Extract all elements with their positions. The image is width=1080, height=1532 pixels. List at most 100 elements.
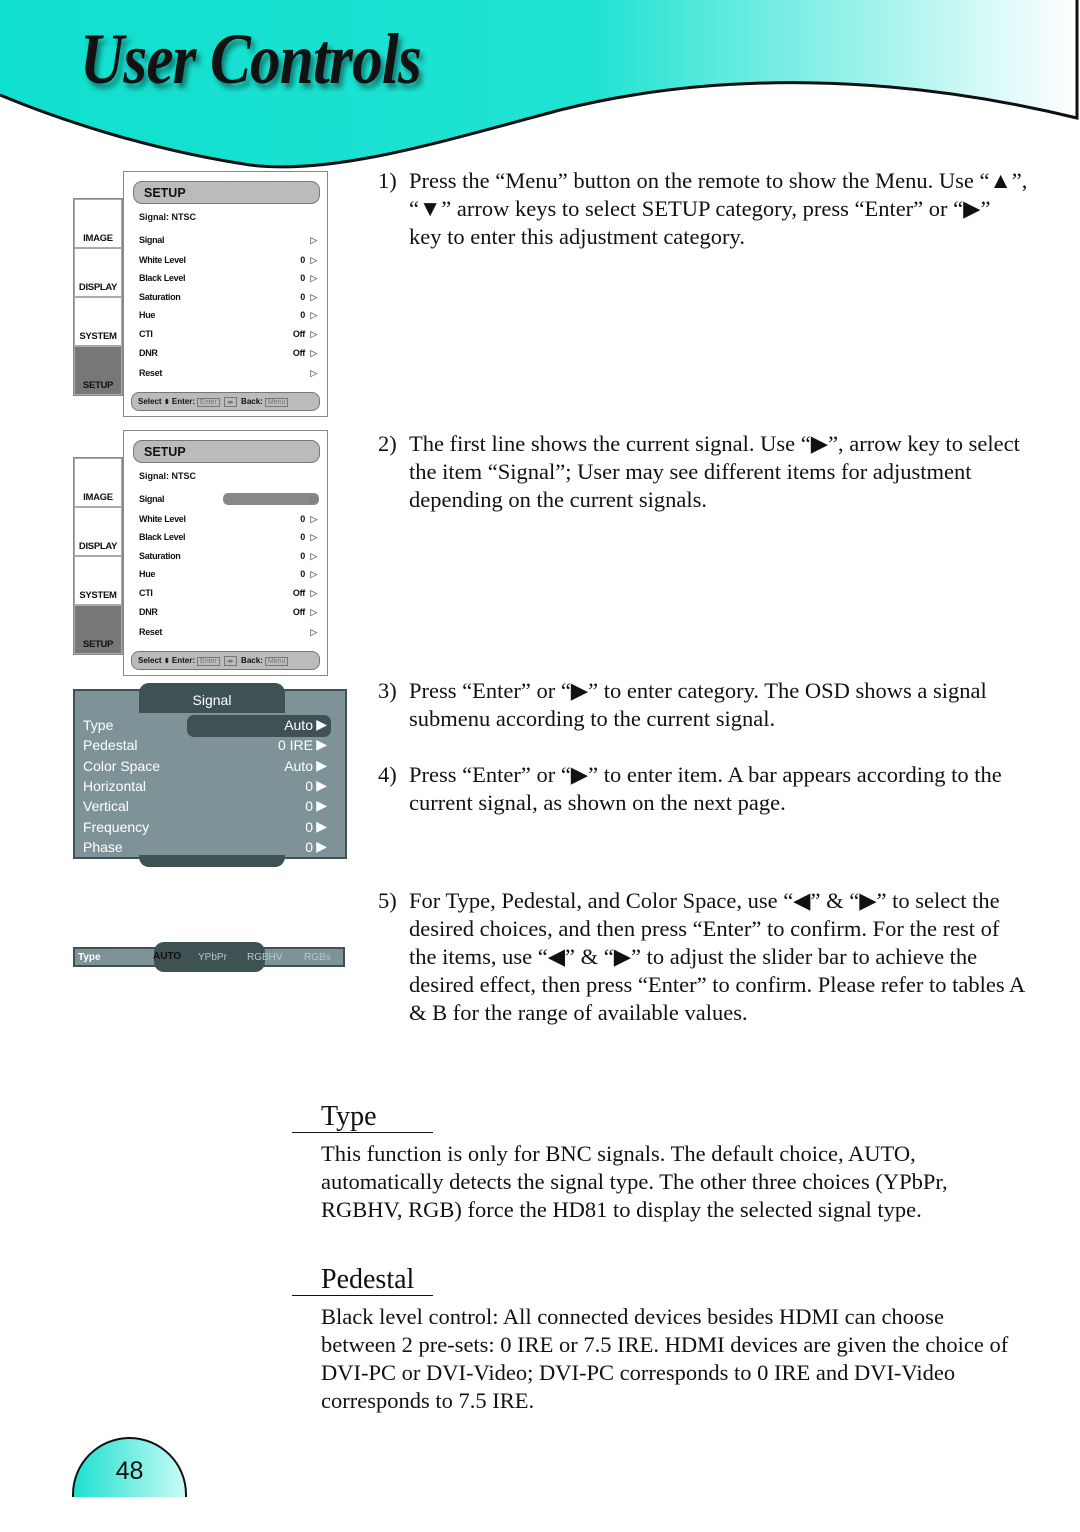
section-text-pedestal: Black level control: All connected devic… xyxy=(321,1304,1009,1413)
up-down-arrows-icon: ⬍ xyxy=(163,399,170,406)
step-number: 2) xyxy=(378,431,397,456)
bar-option-rgbs[interactable]: RGBs xyxy=(304,952,331,963)
signal-row-label: Horizontal xyxy=(83,777,147,794)
osd-footer: Select ⬍ Enter: Enter ◂▸ Back: Menu xyxy=(131,392,320,411)
chevron-right-icon: ▷ xyxy=(310,627,317,637)
osd-row[interactable]: CTI Off ▷ xyxy=(139,588,317,602)
osd-current-signal: Signal: NTSC xyxy=(139,212,197,222)
osd-row-label: White Level xyxy=(139,255,186,265)
signal-row[interactable]: Vertical 0 ▶ xyxy=(83,797,329,818)
footer-enter-label: Enter: xyxy=(171,656,196,665)
bar-option-rgbhv[interactable]: RGBHV xyxy=(247,952,283,963)
bar-option-ypbpr[interactable]: YPbPr xyxy=(198,952,227,963)
osd-row-value: Off xyxy=(292,348,305,358)
osd-row[interactable]: Reset ▷ xyxy=(139,627,317,641)
signal-row[interactable]: Phase 0 ▶ xyxy=(83,838,329,859)
footer-enter-label: Enter: xyxy=(171,397,196,406)
signal-row[interactable]: Color Space Auto ▶ xyxy=(83,757,329,778)
osd-row[interactable]: DNR Off ▷ xyxy=(139,607,317,621)
arrow-right-icon: ▶ xyxy=(316,817,327,834)
arrow-right-icon: ▶ xyxy=(316,716,327,732)
osd-row[interactable]: Hue 0 ▷ xyxy=(139,310,317,324)
chevron-right-icon: ▷ xyxy=(310,235,317,245)
signal-row[interactable]: Horizontal 0 ▶ xyxy=(83,777,329,798)
osd-row-value: 0 xyxy=(300,514,305,524)
step-5: 5) For Type, Pedestal, and Color Space, u… xyxy=(378,887,1028,1027)
osd-row[interactable]: CTI Off ▷ xyxy=(139,329,317,343)
bar-option-auto[interactable]: AUTO xyxy=(153,951,181,962)
osd-row[interactable]: Black Level 0 ▷ xyxy=(139,532,317,546)
chevron-right-icon: ▷ xyxy=(310,551,317,561)
up-down-arrows-icon: ⬍ xyxy=(163,658,170,665)
step-number: 5) xyxy=(378,888,397,913)
osd-row-label: Signal xyxy=(139,494,165,504)
chevron-right-icon: ▷ xyxy=(310,514,317,524)
osd-row[interactable]: Saturation 0 ▷ xyxy=(139,292,317,306)
osd-tab-system[interactable]: SYSTEM xyxy=(74,556,122,605)
osd-row[interactable]: White Level 0 ▷ xyxy=(139,255,317,269)
osd-row[interactable]: Signal ▷ xyxy=(139,235,317,249)
osd-row-value: 0 xyxy=(300,273,305,283)
osd-row[interactable]: Saturation 0 ▷ xyxy=(139,551,317,565)
signal-row-label: Frequency xyxy=(83,818,150,835)
osd-row-label: Reset xyxy=(139,368,163,378)
footer-back-label: Back: xyxy=(241,656,263,665)
osd-tab-setup[interactable]: SETUP xyxy=(74,346,122,395)
signal-row-value: Auto xyxy=(284,757,313,774)
footer-back-label: Back: xyxy=(241,397,263,406)
step-4: 4) Press “Enter” or “▶” to enter item. A … xyxy=(378,761,1028,817)
osd-row[interactable]: White Level 0 ▷ xyxy=(139,514,317,528)
osd-row-value: 0 xyxy=(300,292,305,302)
step-number: 1) xyxy=(378,168,397,193)
type-selection-bar: Type AUTO YPbPr RGBHV RGBs xyxy=(73,942,345,972)
chevron-right-icon: ▷ xyxy=(310,494,317,504)
step-text: The first line shows the current signal.… xyxy=(409,431,1020,512)
osd-tab-setup[interactable]: SETUP xyxy=(74,605,122,654)
chevron-right-icon: ▷ xyxy=(310,255,317,265)
left-right-arrows-icon: ◂▸ xyxy=(223,656,237,666)
signal-row-label: Pedestal xyxy=(83,737,138,754)
signal-row-value: 0 xyxy=(305,818,313,835)
osd-tab-image[interactable]: IMAGE xyxy=(74,458,122,507)
osd-row-label: DNR xyxy=(139,607,158,617)
step-text: Press “Enter” or “▶” to enter item. A ba… xyxy=(409,762,1002,815)
osd-row-value: 0 xyxy=(300,532,305,542)
osd-row-value: 0 xyxy=(300,310,305,320)
osd-tab-display[interactable]: DISPLAY xyxy=(74,248,122,297)
osd-row[interactable]: Hue 0 ▷ xyxy=(139,569,317,583)
signal-row[interactable]: Frequency 0 ▶ xyxy=(83,817,329,839)
signal-row[interactable]: Type Auto ▶ xyxy=(83,715,331,737)
chevron-right-icon: ▷ xyxy=(310,348,317,358)
left-right-arrows-icon: ◂▸ xyxy=(223,397,237,407)
osd-tab-image[interactable]: IMAGE xyxy=(74,199,122,248)
chevron-right-icon: ▷ xyxy=(310,292,317,302)
arrow-right-icon: ▶ xyxy=(316,797,327,814)
osd-row-value: 0 xyxy=(300,569,305,579)
osd-row[interactable]: Black Level 0 ▷ xyxy=(139,273,317,287)
signal-row-value: Auto xyxy=(284,717,313,733)
step-number: 3) xyxy=(378,678,397,703)
osd-row-label: Reset xyxy=(139,627,163,637)
osd-tab-display[interactable]: DISPLAY xyxy=(74,507,122,556)
bar-label: Type xyxy=(78,952,101,963)
signal-submenu: Signal Type Auto ▶ Pedestal 0 IRE ▶ Color Spac… xyxy=(73,683,347,867)
footer-select-label: Select xyxy=(138,397,162,406)
osd-row-label: Saturation xyxy=(139,292,181,302)
page-title: User Controls xyxy=(80,19,422,99)
osd-tab-system[interactable]: SYSTEM xyxy=(74,297,122,346)
signal-row-value: 0 IRE xyxy=(277,737,313,754)
osd-row[interactable]: Signal ▷ xyxy=(139,493,319,508)
chevron-right-icon: ▷ xyxy=(310,607,317,617)
osd-tabs: IMAGE DISPLAY SYSTEM SETUP xyxy=(73,457,123,655)
step-1: 1) Press the “Menu” button on the remote … xyxy=(378,167,1028,251)
signal-submenu-title: Signal xyxy=(139,683,285,713)
chevron-right-icon: ▷ xyxy=(310,368,317,378)
osd-row-label: DNR xyxy=(139,348,158,358)
osd-row[interactable]: DNR Off ▷ xyxy=(139,348,317,362)
osd-row-label: CTI xyxy=(139,329,153,339)
signal-row-label: Phase xyxy=(83,838,123,855)
osd-row[interactable]: Reset ▷ xyxy=(139,368,317,382)
osd-row-label: Black Level xyxy=(139,532,186,542)
signal-row-label: Color Space xyxy=(83,757,161,774)
signal-row[interactable]: Pedestal 0 IRE ▶ xyxy=(83,736,329,757)
